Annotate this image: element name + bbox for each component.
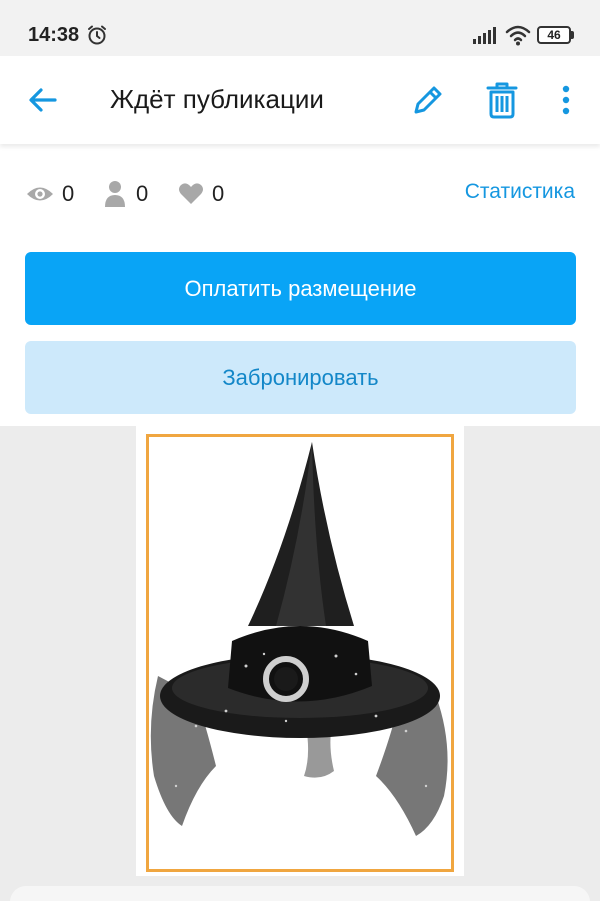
battery-level: 46	[547, 28, 561, 42]
favorites-count: 0	[212, 181, 225, 206]
contacts-count: 0	[136, 181, 149, 206]
back-arrow-icon[interactable]	[26, 83, 60, 117]
more-vertical-icon[interactable]	[556, 84, 576, 116]
eye-icon	[27, 187, 53, 201]
page-title: Ждёт публикации	[110, 84, 324, 114]
stats-row: 0 0 0 Статистика	[0, 160, 600, 230]
pay-placement-button[interactable]: Оплатить размещение	[25, 252, 576, 325]
status-time: 14:38	[28, 24, 80, 46]
battery-icon: 46	[537, 26, 575, 44]
details-card	[0, 876, 600, 901]
person-icon	[105, 181, 125, 207]
edit-pencil-icon[interactable]	[410, 82, 446, 118]
views-count: 0	[62, 181, 75, 206]
witch-hat-image	[150, 442, 448, 836]
reserve-button[interactable]: Забронировать	[25, 341, 576, 414]
listing-photo[interactable]	[136, 426, 464, 876]
statistics-link[interactable]: Статистика	[465, 180, 575, 204]
heart-icon	[179, 183, 203, 204]
alarm-icon	[88, 25, 106, 45]
status-bar: 14:38 46	[0, 0, 600, 56]
wifi-icon	[505, 25, 531, 46]
details-card-top	[10, 886, 590, 901]
trash-icon[interactable]	[484, 80, 520, 120]
app-bar: Ждёт публикации	[0, 56, 600, 144]
photo-gallery[interactable]	[0, 426, 600, 876]
signal-icon	[473, 27, 496, 44]
